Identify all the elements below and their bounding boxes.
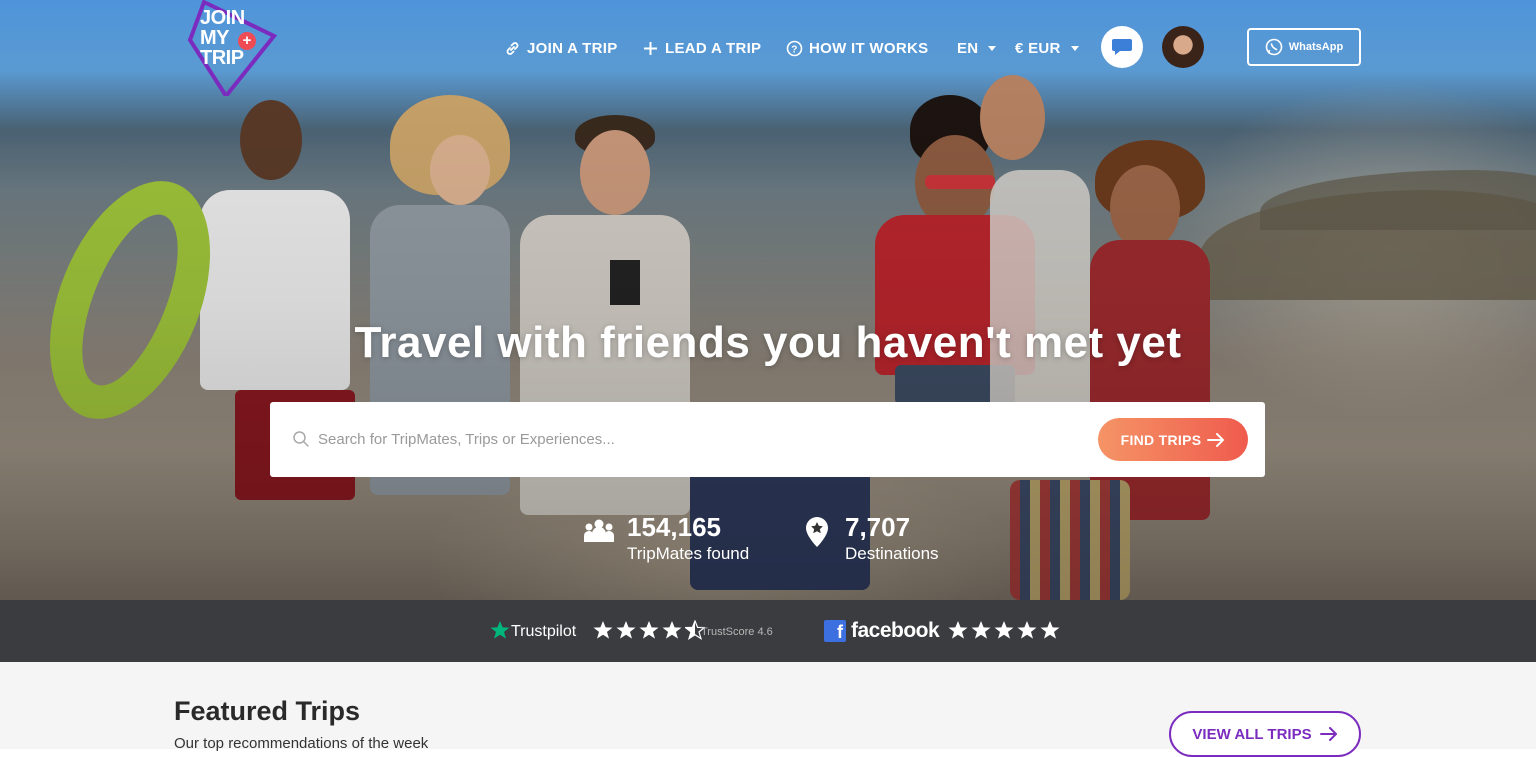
nav-how-label: HOW IT WORKS <box>809 39 929 57</box>
trustpilot-label: Trustpilot <box>511 623 577 640</box>
facebook-stars <box>948 620 1060 640</box>
featured-subtitle: Our top recommendations of the week <box>174 735 429 752</box>
nav-lead-label: LEAD A TRIP <box>665 39 762 57</box>
link-icon <box>503 39 521 57</box>
star-icon <box>948 621 968 639</box>
featured-trips-section: Featured Trips Our top recommendations o… <box>0 662 1536 757</box>
facebook-icon: f <box>824 620 846 642</box>
whatsapp-button[interactable]: WhatsApp <box>1247 28 1361 66</box>
hero-headline: Travel with friends you haven't met yet <box>354 318 1182 367</box>
trustscore-text: TrustScore 4.6 <box>701 626 773 638</box>
star-icon <box>971 621 991 639</box>
ratings-bar: Trustpilot TrustScore 4.6 f facebook <box>0 600 1536 662</box>
chevron-down-icon <box>1070 45 1079 51</box>
tripmates-label: TripMates found <box>627 544 750 563</box>
destinations-count: 7,707 <box>845 512 911 542</box>
view-all-label: VIEW ALL TRIPS <box>1192 725 1312 743</box>
svg-text:?: ? <box>791 44 797 55</box>
star-icon <box>616 621 636 639</box>
whatsapp-label: WhatsApp <box>1288 41 1344 53</box>
trustpilot-stars <box>593 620 705 640</box>
group-icon <box>584 519 614 542</box>
search-bar: FIND TRIPS <box>270 402 1265 477</box>
nav-how-it-works[interactable]: ? HOW IT WORKS <box>785 36 928 60</box>
nav-join-a-trip[interactable]: JOIN A TRIP <box>503 36 618 60</box>
star-icon <box>1017 621 1037 639</box>
messages-button[interactable] <box>1101 26 1143 68</box>
trustpilot-star-icon <box>490 621 510 639</box>
map-pin-star-icon <box>806 517 828 547</box>
chat-bubble-icon <box>1112 39 1132 55</box>
star-icon <box>593 621 613 639</box>
find-trips-button[interactable]: FIND TRIPS <box>1098 418 1248 461</box>
language-value: EN <box>957 39 979 57</box>
user-avatar[interactable] <box>1162 26 1204 68</box>
search-icon <box>293 431 309 447</box>
star-icon <box>994 621 1014 639</box>
chevron-down-icon <box>988 45 997 51</box>
destinations-label: Destinations <box>845 544 939 563</box>
view-all-trips-button[interactable]: VIEW ALL TRIPS <box>1169 711 1361 757</box>
star-icon <box>639 621 659 639</box>
arrow-right-icon <box>1207 432 1225 447</box>
language-selector[interactable]: EN <box>957 36 997 60</box>
star-icon <box>662 621 682 639</box>
logo-plus-badge: + <box>238 32 256 50</box>
whatsapp-icon <box>1265 38 1283 56</box>
tripmates-count: 154,165 <box>627 512 721 542</box>
featured-title: Featured Trips <box>174 696 361 726</box>
nav-lead-a-trip[interactable]: LEAD A TRIP <box>641 36 761 60</box>
currency-selector[interactable]: € EUR <box>1015 36 1079 60</box>
arrow-right-icon <box>1319 727 1337 741</box>
currency-value: € EUR <box>1015 39 1061 57</box>
search-input[interactable] <box>318 422 1078 456</box>
question-circle-icon: ? <box>785 39 803 57</box>
top-navigation: JOIN MY TRIP + JOIN A TRIP LEAD A TRIP ?… <box>0 0 1536 100</box>
find-trips-label: FIND TRIPS <box>1120 431 1202 448</box>
plus-icon <box>641 39 659 57</box>
facebook-label: facebook <box>851 619 940 642</box>
nav-join-label: JOIN A TRIP <box>527 39 618 57</box>
star-icon <box>1040 621 1060 639</box>
